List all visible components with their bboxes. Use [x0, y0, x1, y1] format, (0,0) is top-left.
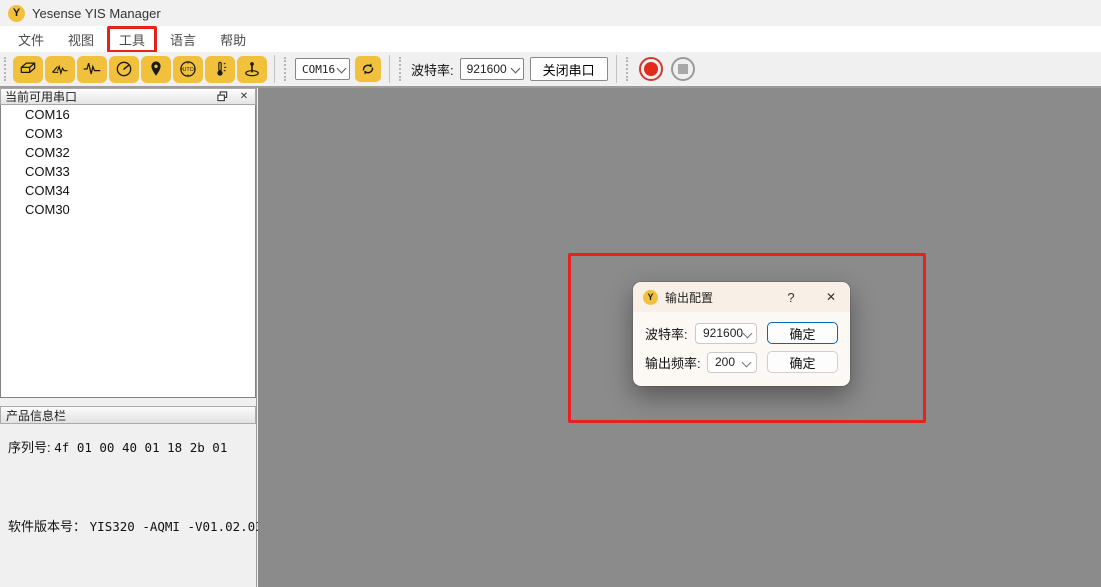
dialog-baud-select[interactable]: 921600 — [695, 323, 757, 344]
toolbar-drag-handle[interactable] — [284, 57, 290, 81]
available-ports-list: COM16 COM3 COM32 COM33 COM34 COM30 — [0, 105, 256, 398]
toolbar-separator — [274, 55, 275, 83]
available-ports-header: 当前可用串口 ✕ — [0, 88, 256, 105]
window-title: Yesense YIS Manager — [32, 6, 161, 21]
record-dot — [644, 62, 658, 76]
menu-language[interactable]: 语言 — [158, 27, 208, 52]
serial-number-label: 序列号: — [8, 440, 51, 455]
dialog-baud-value: 921600 — [703, 326, 743, 340]
pulse-waveform-icon[interactable] — [77, 56, 107, 83]
dialog-rate-value: 200 — [715, 355, 735, 369]
title-bar: Y Yesense YIS Manager — [0, 0, 1101, 26]
stop-icon[interactable] — [671, 57, 695, 81]
location-pin-icon[interactable] — [141, 56, 171, 83]
dialog-close-icon[interactable]: ✕ — [822, 290, 840, 304]
dialog-baud-ok-button[interactable]: 确定 — [767, 322, 838, 344]
dialog-title: 输出配置 — [665, 289, 782, 306]
menu-file[interactable]: 文件 — [6, 27, 56, 52]
app-logo-icon: Y — [8, 5, 25, 22]
dialog-rate-ok-button[interactable]: 确定 — [767, 351, 838, 373]
left-dock-panel: 当前可用串口 ✕ COM16 COM3 COM32 COM33 COM34 CO… — [0, 88, 257, 587]
menu-tools[interactable]: 工具 — [107, 26, 157, 53]
toolbar-drag-handle[interactable] — [399, 57, 405, 81]
dialog-baud-label: 波特率: — [645, 324, 695, 343]
list-item-port[interactable]: COM30 — [1, 200, 255, 219]
menu-view[interactable]: 视图 — [56, 27, 106, 52]
software-version-row: 软件版本号： YIS320 -AQMI -V01.02.03; — [8, 516, 270, 535]
menu-bar: 文件 视图 工具 语言 帮助 — [0, 26, 1101, 52]
software-version-label: 软件版本号： — [8, 519, 86, 534]
dialog-title-bar: Y 输出配置 ? ✕ — [633, 282, 850, 312]
chevron-down-icon — [742, 358, 751, 367]
close-serial-port-button[interactable]: 关闭串口 — [530, 57, 608, 81]
baud-rate-select[interactable]: 921600 — [460, 58, 524, 80]
joystick-icon[interactable] — [237, 56, 267, 83]
list-item-port[interactable]: COM34 — [1, 181, 255, 200]
serial-number-value: 4f 01 00 40 01 18 2b 01 — [54, 440, 227, 455]
chevron-down-icon — [743, 329, 751, 338]
list-item-port[interactable]: COM32 — [1, 143, 255, 162]
product-info-header: 产品信息栏 — [0, 406, 256, 424]
product-info-body: 序列号: 4f 01 00 40 01 18 2b 01 软件版本号： YIS3… — [0, 424, 256, 587]
toolbar: UTC COM16 波特率: 921600 关闭串口 — [0, 52, 1101, 88]
dock-close-icon[interactable]: ✕ — [237, 90, 251, 104]
thermometer-icon[interactable] — [205, 56, 235, 83]
utc-clock-icon[interactable]: UTC — [173, 56, 203, 83]
chevron-down-icon — [337, 65, 345, 73]
chevron-down-icon — [511, 65, 519, 73]
dialog-baud-row: 波特率: 921600 确定 — [633, 322, 850, 344]
3d-box-icon[interactable] — [13, 56, 43, 83]
gauge-icon[interactable] — [109, 56, 139, 83]
dialog-rate-select[interactable]: 200 — [707, 352, 757, 373]
list-item-port[interactable]: COM16 — [1, 105, 255, 124]
dialog-help-icon[interactable]: ? — [782, 290, 800, 305]
serial-number-row: 序列号: 4f 01 00 40 01 18 2b 01 — [8, 437, 227, 456]
product-info-title: 产品信息栏 — [6, 407, 66, 424]
record-icon[interactable] — [639, 57, 663, 81]
dialog-rate-label: 输出频率: — [645, 353, 707, 372]
refresh-ports-button[interactable] — [355, 56, 381, 82]
dialog-rate-row: 输出频率: 200 确定 — [633, 351, 850, 373]
toolbar-drag-handle[interactable] — [626, 57, 632, 81]
toolbar-separator — [389, 55, 390, 83]
svg-text:UTC: UTC — [182, 67, 193, 73]
port-select-value: COM16 — [302, 63, 335, 76]
stop-square — [678, 64, 688, 74]
software-version-value: YIS320 -AQMI -V01.02.03; — [90, 519, 271, 534]
output-config-dialog: Y 输出配置 ? ✕ 波特率: 921600 确定 输出频率: 200 确定 — [633, 282, 850, 386]
baud-rate-label: 波特率: — [411, 60, 454, 79]
port-select[interactable]: COM16 — [295, 58, 350, 80]
float-window-icon[interactable] — [215, 90, 229, 104]
angle-waveform-icon[interactable] — [45, 56, 75, 83]
menu-help[interactable]: 帮助 — [208, 27, 258, 52]
available-ports-title: 当前可用串口 — [5, 88, 77, 105]
list-item-port[interactable]: COM33 — [1, 162, 255, 181]
dialog-logo-icon: Y — [643, 290, 658, 305]
toolbar-drag-handle[interactable] — [4, 57, 10, 81]
list-item-port[interactable]: COM3 — [1, 124, 255, 143]
baud-rate-value: 921600 — [467, 62, 507, 76]
toolbar-separator — [616, 55, 617, 83]
